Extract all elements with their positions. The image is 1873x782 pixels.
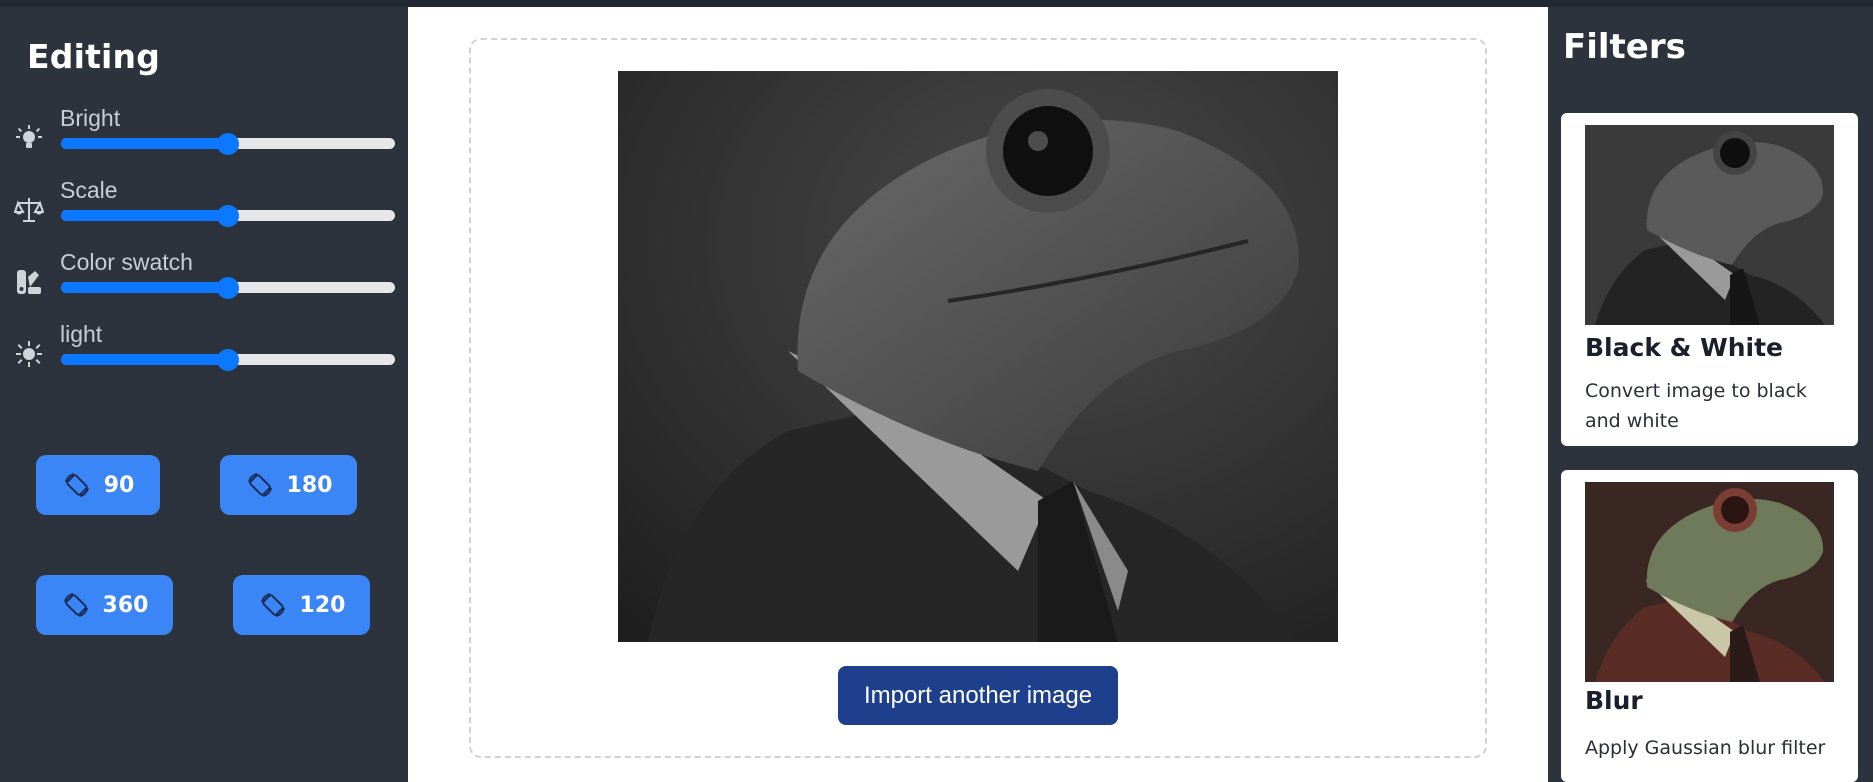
frog-portrait-color-thumbnail (1585, 482, 1834, 682)
rotate-button-label: 360 (102, 592, 149, 618)
adjustment-bright: Bright (0, 105, 408, 167)
filter-card-description: Convert image to black and white (1585, 380, 1807, 432)
rotate-icon (247, 473, 272, 497)
rotate-icon (63, 593, 88, 617)
light-slider[interactable] (61, 349, 395, 371)
rotate-button-label: 120 (299, 592, 346, 618)
brightness-slider[interactable] (61, 133, 395, 155)
adjustment-label: Scale (60, 177, 118, 203)
adjustment-scale: Scale (0, 177, 408, 239)
filter-card-description: Apply Gaussian blur filter (1585, 737, 1826, 759)
rotate-360-button[interactable]: 360 (36, 575, 173, 635)
sun-icon (16, 341, 42, 367)
rotate-button-label: 90 (103, 472, 135, 498)
rotate-180-button[interactable]: 180 (220, 455, 357, 515)
filters-title: Filters (1563, 27, 1686, 67)
filter-card-blur[interactable]: Blur Apply Gaussian blur filter (1561, 470, 1858, 782)
adjustment-label: Color swatch (60, 249, 193, 275)
rotate-120-button[interactable]: 120 (233, 575, 370, 635)
slider-fill (61, 282, 228, 293)
color-swatch-icon (17, 270, 41, 294)
adjustment-label: light (60, 321, 103, 347)
adjustment-color-swatch: Color swatch (0, 249, 408, 311)
filter-card-title: Blur (1585, 686, 1643, 715)
frog-portrait-bw-thumbnail (1585, 125, 1834, 325)
balance-scale-icon (14, 198, 44, 222)
filters-panel: Filters Black & White Convert image to b… (1548, 7, 1873, 782)
rotate-button-label: 180 (286, 472, 333, 498)
adjustment-light: light (0, 321, 408, 383)
sidebar-title: Editing (27, 37, 161, 76)
lightbulb-icon (16, 125, 42, 148)
rotate-90-button[interactable]: 90 (36, 455, 160, 515)
slider-fill (61, 354, 228, 365)
slider-fill (61, 210, 228, 221)
filter-card-title: Black & White (1585, 333, 1783, 362)
slider-thumb[interactable] (217, 133, 239, 155)
filter-card-black-white[interactable]: Black & White Convert image to black and… (1561, 113, 1858, 446)
adjustment-label: Bright (60, 105, 121, 131)
scale-slider[interactable] (61, 205, 395, 227)
frog-portrait-image (618, 71, 1338, 642)
rotate-icon (64, 473, 89, 497)
editing-sidebar: Editing Bright Scale Color swatch light … (0, 7, 408, 782)
import-another-image-button[interactable]: Import another image (838, 666, 1118, 725)
color-swatch-slider[interactable] (61, 277, 395, 299)
rotate-icon (260, 593, 285, 617)
slider-fill (61, 138, 228, 149)
slider-thumb[interactable] (217, 205, 239, 227)
top-bar (0, 0, 1873, 7)
slider-thumb[interactable] (217, 349, 239, 371)
slider-thumb[interactable] (217, 277, 239, 299)
